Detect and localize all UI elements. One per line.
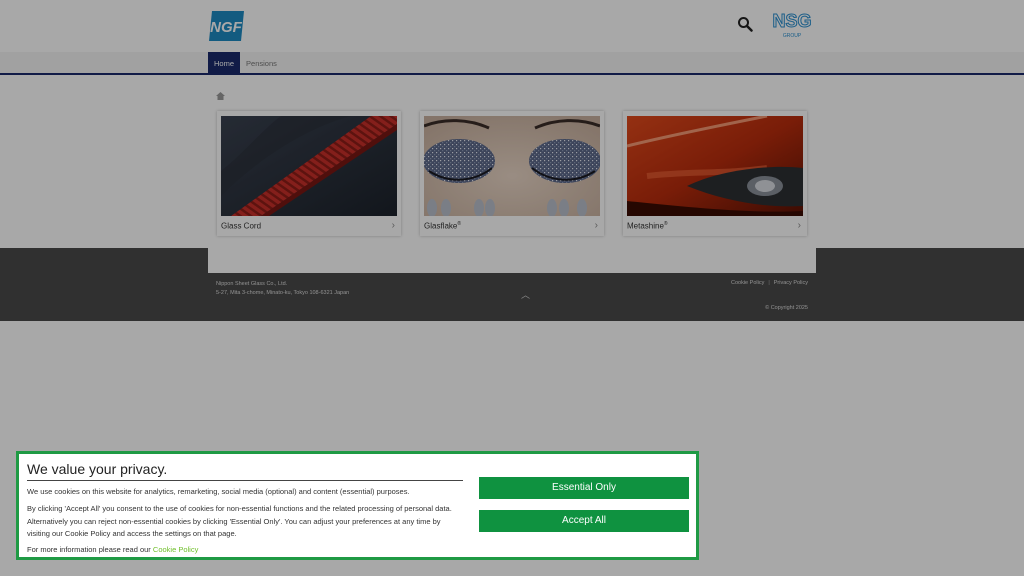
- cookie-policy-link[interactable]: Cookie Policy: [153, 545, 198, 554]
- essential-only-button[interactable]: Essential Only: [479, 477, 689, 499]
- cookie-banner-title: We value your privacy.: [27, 461, 168, 477]
- cookie-banner-more-info: For more information please read our Coo…: [27, 544, 463, 557]
- accept-all-button[interactable]: Accept All: [479, 510, 689, 532]
- cookie-consent-banner: We value your privacy. We use cookies on…: [16, 451, 699, 560]
- cookie-banner-details: By clicking 'Accept All' you consent to …: [27, 504, 452, 538]
- cookie-banner-intro: We use cookies on this website for analy…: [27, 487, 410, 496]
- more-info-text: For more information please read our: [27, 545, 151, 554]
- divider: [27, 480, 463, 481]
